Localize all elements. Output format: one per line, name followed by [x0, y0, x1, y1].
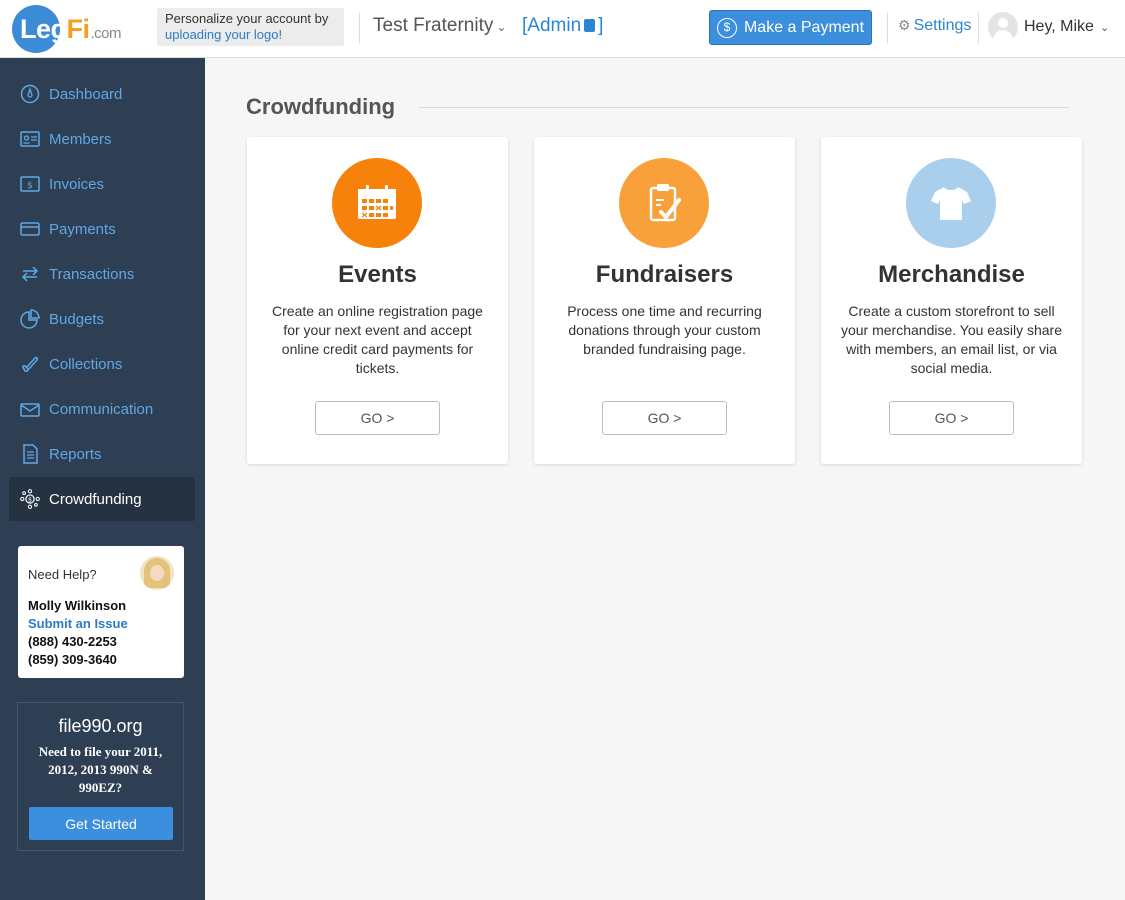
sidebar-item-transactions[interactable]: Transactions	[9, 252, 195, 296]
sidebar-item-label: Dashboard	[49, 85, 123, 103]
chevron-down-icon: ⌄	[1099, 21, 1110, 34]
support-name: Molly Wilkinson	[28, 598, 127, 613]
sidebar: Dashboard Members $ Invoices Payments Tr…	[0, 58, 205, 900]
crowdfunding-icon: $	[19, 488, 41, 510]
card-description: Process one time and recurring donations…	[567, 303, 762, 357]
support-phone: (859) 309-3640	[28, 652, 117, 667]
sidebar-item-label: Crowdfunding	[49, 490, 142, 508]
org-name: Test Fraternity	[373, 15, 494, 36]
personalize-text: Personalize your account by	[165, 11, 329, 26]
dollar-icon: $	[716, 17, 737, 38]
card-title: Fundraisers	[595, 261, 734, 288]
tshirt-icon	[906, 158, 996, 248]
fundraisers-go-button[interactable]: GO >	[602, 401, 727, 435]
payments-icon	[19, 218, 41, 240]
sidebar-item-label: Collections	[49, 355, 123, 373]
legfi-logo[interactable]: LegFi.com	[12, 5, 142, 53]
org-selector[interactable]: Test Fraternity ⌄	[373, 15, 506, 37]
make-payment-label: Make a Payment	[743, 18, 865, 36]
card-title: Events	[338, 261, 417, 288]
merchandise-go-button[interactable]: GO >	[889, 401, 1014, 435]
make-payment-button[interactable]: $ Make a Payment	[709, 10, 872, 45]
personalize-banner: Personalize your account by uploading yo…	[157, 8, 344, 46]
fundraisers-card: Fundraisers Process one time and recurri…	[534, 137, 795, 464]
calendar-icon	[332, 158, 422, 248]
help-title: Need Help?	[28, 567, 97, 582]
admin-label: [Admin	[522, 15, 582, 36]
sidebar-item-label: Invoices	[49, 175, 105, 193]
members-icon	[19, 128, 41, 150]
divider	[887, 12, 888, 44]
sidebar-item-label: Budgets	[49, 310, 105, 328]
events-card: Events Create an online registration pag…	[247, 137, 508, 464]
top-header: LegFi.com Personalize your account by up…	[0, 0, 1125, 58]
file990-text: Need to file your 2011, 2012, 2013 990N …	[38, 744, 163, 795]
sidebar-item-members[interactable]: Members	[9, 117, 195, 161]
support-phone: (888) 430-2253	[28, 634, 117, 649]
card-description: Create an online registration page for y…	[272, 303, 483, 376]
sidebar-item-communication[interactable]: Communication	[9, 387, 195, 431]
svg-text:$: $	[27, 181, 33, 191]
sidebar-item-label: Members	[49, 130, 112, 148]
collections-icon	[19, 353, 41, 375]
submit-issue-link[interactable]: Submit an Issue	[28, 616, 128, 631]
reports-icon	[19, 443, 41, 465]
sidebar-item-label: Transactions	[49, 265, 135, 283]
avatar	[988, 12, 1018, 42]
get-started-button[interactable]: Get Started	[29, 807, 173, 840]
title-divider	[419, 107, 1069, 108]
sidebar-item-collections[interactable]: Collections	[9, 342, 195, 386]
user-menu[interactable]: Hey, Mike ⌄	[988, 12, 1109, 42]
logo-text: LegFi.com	[20, 14, 122, 44]
sidebar-item-budgets[interactable]: Budgets	[9, 297, 195, 341]
invoices-icon: $	[19, 173, 41, 195]
admin-badge: [Admin]	[522, 15, 603, 37]
settings-link[interactable]: ⚙ Settings	[898, 17, 971, 35]
transactions-icon	[19, 263, 41, 285]
gear-icon: ⚙	[898, 17, 911, 33]
dashboard-icon	[19, 83, 41, 105]
sidebar-item-invoices[interactable]: $ Invoices	[9, 162, 195, 206]
sidebar-item-reports[interactable]: Reports	[9, 432, 195, 476]
file990-promo: file990.org Need to file your 2011, 2012…	[17, 702, 184, 851]
clipboard-check-icon	[619, 158, 709, 248]
communication-icon	[19, 398, 41, 420]
settings-label: Settings	[913, 17, 972, 34]
divider	[359, 12, 360, 44]
divider	[978, 12, 979, 44]
user-greeting: Hey, Mike	[1024, 18, 1094, 35]
svg-text:$: $	[28, 497, 32, 504]
card-title: Merchandise	[878, 261, 1025, 288]
budgets-icon	[19, 308, 41, 330]
events-go-button[interactable]: GO >	[315, 401, 440, 435]
upload-logo-link[interactable]: uploading your logo!	[165, 27, 336, 43]
support-avatar	[140, 556, 174, 590]
sidebar-item-label: Reports	[49, 445, 102, 463]
lock-icon	[584, 19, 596, 32]
merchandise-card: Merchandise Create a custom storefront t…	[821, 137, 1082, 464]
card-description: Create a custom storefront to sell your …	[840, 303, 1063, 376]
help-card: Need Help? Molly Wilkinson Submit an Iss…	[18, 546, 184, 678]
sidebar-item-crowdfunding[interactable]: $ Crowdfunding	[9, 477, 195, 521]
admin-close-bracket: ]	[598, 15, 604, 36]
sidebar-item-payments[interactable]: Payments	[9, 207, 195, 251]
page-title: Crowdfunding	[246, 94, 396, 119]
sidebar-item-label: Payments	[49, 220, 116, 238]
file990-title: file990.org	[58, 716, 143, 736]
chevron-down-icon: ⌄	[496, 20, 507, 34]
sidebar-item-dashboard[interactable]: Dashboard	[9, 72, 195, 116]
sidebar-item-label: Communication	[49, 400, 154, 418]
